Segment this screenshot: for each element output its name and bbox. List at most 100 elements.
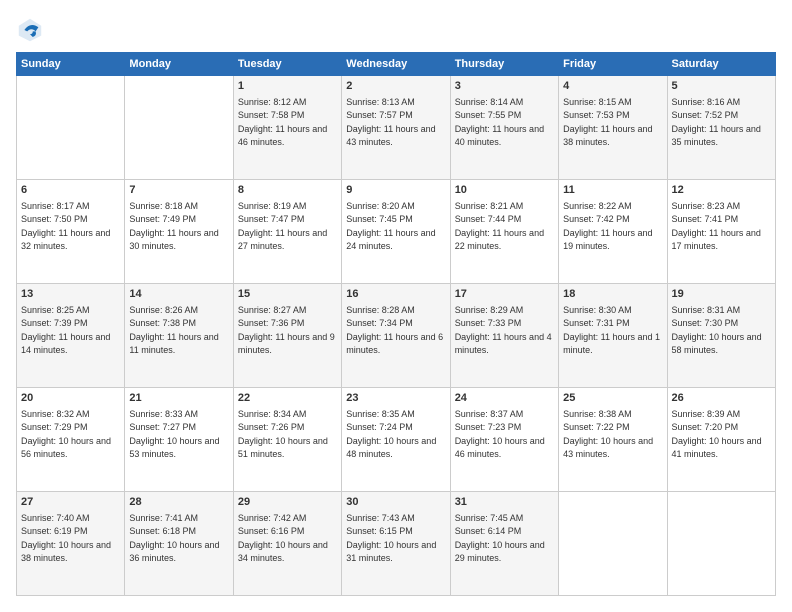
calendar-cell: 31Sunrise: 7:45 AMSunset: 6:14 PMDayligh… — [450, 492, 558, 596]
logo — [16, 16, 48, 44]
sunrise-info: Sunrise: 8:16 AM — [672, 97, 741, 107]
daylight-info: Daylight: 11 hours and 24 minutes. — [346, 228, 435, 252]
calendar-cell: 23Sunrise: 8:35 AMSunset: 7:24 PMDayligh… — [342, 388, 450, 492]
calendar-cell: 22Sunrise: 8:34 AMSunset: 7:26 PMDayligh… — [233, 388, 341, 492]
calendar-cell: 25Sunrise: 8:38 AMSunset: 7:22 PMDayligh… — [559, 388, 667, 492]
daylight-info: Daylight: 11 hours and 35 minutes. — [672, 124, 761, 148]
sunset-info: Sunset: 7:44 PM — [455, 214, 522, 224]
sunset-info: Sunset: 7:30 PM — [672, 318, 739, 328]
calendar-cell: 30 Sunrise: 7:43 AM Sunset: 6:15 PM Dayligh… — [342, 492, 450, 596]
day-number: 19 — [672, 287, 771, 302]
sunset-info: Sunset: 6:16 PM — [238, 526, 305, 536]
sunset-info: Sunset: 7:45 PM — [346, 214, 413, 224]
sunset-info: Sunset: 7:47 PM — [238, 214, 305, 224]
sunrise-info: Sunrise: 7:43 AM — [346, 513, 415, 523]
daylight-info: Daylight: 11 hours and 43 minutes. — [346, 124, 435, 148]
sunrise-info: Sunrise: 8:35 AM — [346, 409, 415, 419]
calendar-cell: 7Sunrise: 8:18 AMSunset: 7:49 PMDaylight… — [125, 180, 233, 284]
calendar-cell: 2Sunrise: 8:13 AMSunset: 7:57 PMDaylight… — [342, 76, 450, 180]
sunset-info: Sunset: 7:26 PM — [238, 422, 305, 432]
daylight-info: Daylight: 11 hours and 9 minutes. — [238, 332, 335, 356]
calendar-cell: 8Sunrise: 8:19 AMSunset: 7:47 PMDaylight… — [233, 180, 341, 284]
daylight-info: Daylight: 10 hours and 46 minutes. — [455, 436, 545, 460]
sunrise-info: Sunrise: 7:40 AM — [21, 513, 90, 523]
day-number: 13 — [21, 287, 120, 302]
sunrise-info: Sunrise: 8:15 AM — [563, 97, 632, 107]
calendar-cell: 27 Sunrise: 7:40 AM Sunset: 6:19 PM Dayligh… — [17, 492, 125, 596]
day-number: 15 — [238, 287, 337, 302]
page-header — [16, 16, 776, 44]
daylight-info: Daylight: 11 hours and 14 minutes. — [21, 332, 110, 356]
day-number: 2 — [346, 79, 445, 94]
daylight-info: Daylight: 10 hours and 38 minutes. — [21, 540, 111, 564]
calendar-cell: 6Sunrise: 8:17 AMSunset: 7:50 PMDaylight… — [17, 180, 125, 284]
daylight-info: Daylight: 10 hours and 41 minutes. — [672, 436, 762, 460]
calendar-week-1: 1Sunrise: 8:12 AMSunset: 7:58 PMDaylight… — [17, 76, 776, 180]
calendar-week-4: 20Sunrise: 8:32 AMSunset: 7:29 PMDayligh… — [17, 388, 776, 492]
daylight-info: Daylight: 10 hours and 43 minutes. — [563, 436, 653, 460]
sunrise-info: Sunrise: 8:34 AM — [238, 409, 307, 419]
sunset-info: Sunset: 7:33 PM — [455, 318, 522, 328]
day-number: 21 — [129, 391, 228, 406]
daylight-info: Daylight: 10 hours and 31 minutes. — [346, 540, 436, 564]
sunset-info: Sunset: 6:14 PM — [455, 526, 522, 536]
daylight-info: Daylight: 11 hours and 32 minutes. — [21, 228, 110, 252]
sunrise-info: Sunrise: 8:30 AM — [563, 305, 632, 315]
daylight-info: Daylight: 11 hours and 4 minutes. — [455, 332, 552, 356]
sunset-info: Sunset: 6:18 PM — [129, 526, 196, 536]
calendar-week-2: 6Sunrise: 8:17 AMSunset: 7:50 PMDaylight… — [17, 180, 776, 284]
calendar-cell: 29Sunrise: 7:42 AMSunset: 6:16 PMDayligh… — [233, 492, 341, 596]
sunrise-info: Sunrise: 8:27 AM — [238, 305, 307, 315]
sunset-info: Sunset: 7:31 PM — [563, 318, 630, 328]
sunset-info: Sunset: 7:29 PM — [21, 422, 88, 432]
sunrise-info: Sunrise: 8:26 AM — [129, 305, 198, 315]
sunrise-info: Sunrise: 8:20 AM — [346, 201, 415, 211]
sunrise-info: Sunrise: 8:33 AM — [129, 409, 198, 419]
daylight-info: Daylight: 11 hours and 46 minutes. — [238, 124, 327, 148]
daylight-info: Daylight: 11 hours and 38 minutes. — [563, 124, 652, 148]
sunrise-info: Sunrise: 8:22 AM — [563, 201, 632, 211]
calendar-cell: 14Sunrise: 8:26 AMSunset: 7:38 PMDayligh… — [125, 284, 233, 388]
weekday-monday: Monday — [125, 53, 233, 76]
sunrise-info: Sunrise: 7:41 AM — [129, 513, 198, 523]
day-number: 14 — [129, 287, 228, 302]
daylight-info: Daylight: 11 hours and 22 minutes. — [455, 228, 544, 252]
sunset-info: Sunset: 7:38 PM — [129, 318, 196, 328]
sunset-info: Sunset: 7:53 PM — [563, 110, 630, 120]
sunset-info: Sunset: 7:36 PM — [238, 318, 305, 328]
calendar-cell — [667, 492, 775, 596]
daylight-info: Daylight: 10 hours and 36 minutes. — [129, 540, 219, 564]
sunset-info: Sunset: 7:57 PM — [346, 110, 413, 120]
weekday-header-row: SundayMondayTuesdayWednesdayThursdayFrid… — [17, 53, 776, 76]
logo-icon — [16, 16, 44, 44]
sunrise-info: Sunrise: 7:45 AM — [455, 513, 524, 523]
weekday-saturday: Saturday — [667, 53, 775, 76]
calendar-cell: 18Sunrise: 8:30 AMSunset: 7:31 PMDayligh… — [559, 284, 667, 388]
sunset-info: Sunset: 7:52 PM — [672, 110, 739, 120]
day-number: 31 — [455, 495, 554, 510]
sunrise-info: Sunrise: 8:39 AM — [672, 409, 741, 419]
sunset-info: Sunset: 6:15 PM — [346, 526, 413, 536]
day-number: 11 — [563, 183, 662, 198]
daylight-info: Daylight: 10 hours and 51 minutes. — [238, 436, 328, 460]
sunrise-info: Sunrise: 8:12 AM — [238, 97, 307, 107]
calendar-cell: 10Sunrise: 8:21 AMSunset: 7:44 PMDayligh… — [450, 180, 558, 284]
sunset-info: Sunset: 6:19 PM — [21, 526, 88, 536]
sunrise-info: Sunrise: 8:14 AM — [455, 97, 524, 107]
daylight-info: Daylight: 10 hours and 58 minutes. — [672, 332, 762, 356]
sunrise-info: Sunrise: 8:31 AM — [672, 305, 741, 315]
weekday-thursday: Thursday — [450, 53, 558, 76]
day-number: 30 — [346, 495, 445, 510]
weekday-friday: Friday — [559, 53, 667, 76]
sunrise-info: Sunrise: 8:28 AM — [346, 305, 415, 315]
day-number: 16 — [346, 287, 445, 302]
calendar-table: SundayMondayTuesdayWednesdayThursdayFrid… — [16, 52, 776, 596]
day-number: 25 — [563, 391, 662, 406]
day-number: 6 — [21, 183, 120, 198]
daylight-info: Daylight: 11 hours and 17 minutes. — [672, 228, 761, 252]
daylight-info: Daylight: 11 hours and 27 minutes. — [238, 228, 327, 252]
calendar-cell: 5Sunrise: 8:16 AMSunset: 7:52 PMDaylight… — [667, 76, 775, 180]
sunset-info: Sunset: 7:55 PM — [455, 110, 522, 120]
sunrise-info: Sunrise: 8:23 AM — [672, 201, 741, 211]
day-number: 27 — [21, 495, 120, 510]
